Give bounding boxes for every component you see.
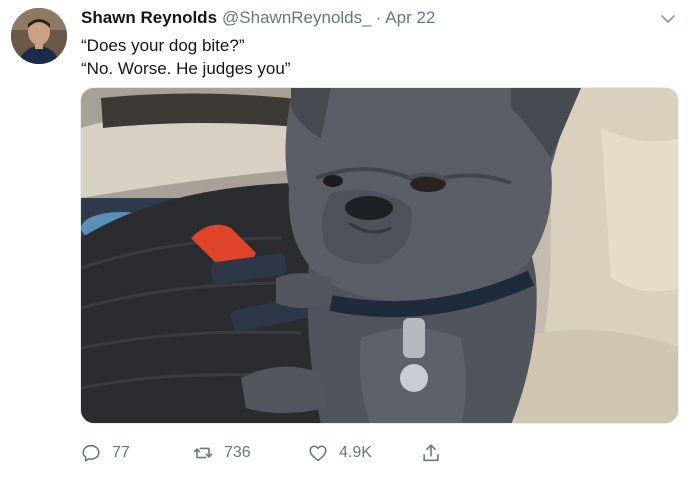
avatar-image [11, 8, 67, 64]
tweet-text: “Does your dog bite?” “No. Worse. He jud… [81, 34, 290, 80]
like-count: 4.9K [339, 444, 372, 461]
retweet-icon [193, 447, 213, 459]
chevron-down-icon[interactable] [660, 12, 676, 26]
reply-button[interactable]: 77 [80, 440, 130, 466]
share-button[interactable] [420, 440, 452, 466]
separator: · [375, 8, 382, 27]
tweet-photo[interactable] [80, 87, 679, 424]
tweet-text-line: “No. Worse. He judges you” [81, 59, 291, 78]
dog-photo [81, 88, 678, 423]
share-icon [423, 444, 439, 462]
tweet-date[interactable]: Apr 22 [385, 8, 435, 28]
tweet-actions: 77 736 4.9K [80, 440, 680, 466]
author-handle[interactable]: @ShawnReynolds_ [222, 8, 372, 28]
author-name[interactable]: Shawn Reynolds [81, 8, 217, 28]
tweet-text-line: “Does your dog bite?” [81, 36, 245, 55]
heart-icon [309, 445, 327, 462]
retweet-button[interactable]: 736 [192, 440, 251, 466]
like-button[interactable]: 4.9K [307, 440, 372, 466]
tweet[interactable]: Shawn Reynolds @ShawnReynolds_ · Apr 22 … [0, 0, 690, 478]
reply-count: 77 [112, 444, 130, 461]
avatar[interactable] [11, 8, 67, 64]
retweet-count: 736 [224, 444, 251, 461]
tweet-header: Shawn Reynolds @ShawnReynolds_ · Apr 22 [81, 8, 435, 30]
reply-icon [82, 444, 100, 462]
